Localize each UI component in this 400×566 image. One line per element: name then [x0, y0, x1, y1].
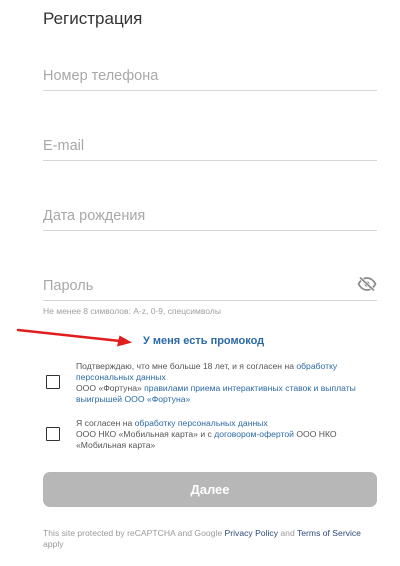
email-field[interactable]: [43, 134, 377, 161]
consent-card-mid: ООО НКО «Мобильная карта» и с: [76, 429, 215, 439]
phone-field[interactable]: [43, 64, 377, 91]
birthdate-field[interactable]: [43, 204, 377, 231]
password-input[interactable]: [43, 274, 343, 298]
recaptcha-suffix: apply: [43, 539, 64, 549]
offer-contract-link[interactable]: договором-офертой: [214, 429, 294, 439]
consent-age-checkbox[interactable]: [46, 375, 60, 389]
consent-age-prefix: Подтверждаю, что мне больше 18 лет, и я …: [76, 361, 297, 371]
recaptcha-and: and: [278, 528, 297, 538]
eye-slash-icon[interactable]: [357, 276, 377, 292]
consent-card-prefix: Я согласен на: [76, 418, 135, 428]
email-input[interactable]: [43, 134, 377, 158]
password-field[interactable]: [43, 274, 377, 301]
consent-card-text: Я согласен на обработку персональных дан…: [76, 418, 381, 451]
registration-page: Регистрация Не менее 8 символов: A-z, 0-…: [0, 0, 400, 566]
privacy-policy-link[interactable]: Privacy Policy: [225, 528, 278, 538]
password-hint: Не менее 8 символов: A-z, 0-9, спецсимво…: [43, 306, 221, 316]
terms-of-service-link[interactable]: Terms of Service: [297, 528, 361, 538]
pd-processing-card-link[interactable]: обработку персональных данных: [135, 418, 268, 428]
consent-age-mid: ООО «Фортуна»: [76, 383, 145, 393]
phone-input[interactable]: [43, 64, 377, 88]
next-button[interactable]: Далее: [43, 472, 377, 507]
page-title: Регистрация: [43, 9, 143, 28]
recaptcha-notice: This site protected by reCAPTCHA and Goo…: [43, 528, 377, 550]
consent-card-checkbox[interactable]: [46, 427, 60, 441]
promo-code-link[interactable]: У меня есть промокод: [143, 335, 264, 347]
birthdate-input[interactable]: [43, 204, 377, 228]
consent-age-text: Подтверждаю, что мне больше 18 лет, и я …: [76, 361, 381, 405]
recaptcha-prefix: This site protected by reCAPTCHA and Goo…: [43, 528, 225, 538]
red-arrow-icon: [16, 328, 132, 347]
